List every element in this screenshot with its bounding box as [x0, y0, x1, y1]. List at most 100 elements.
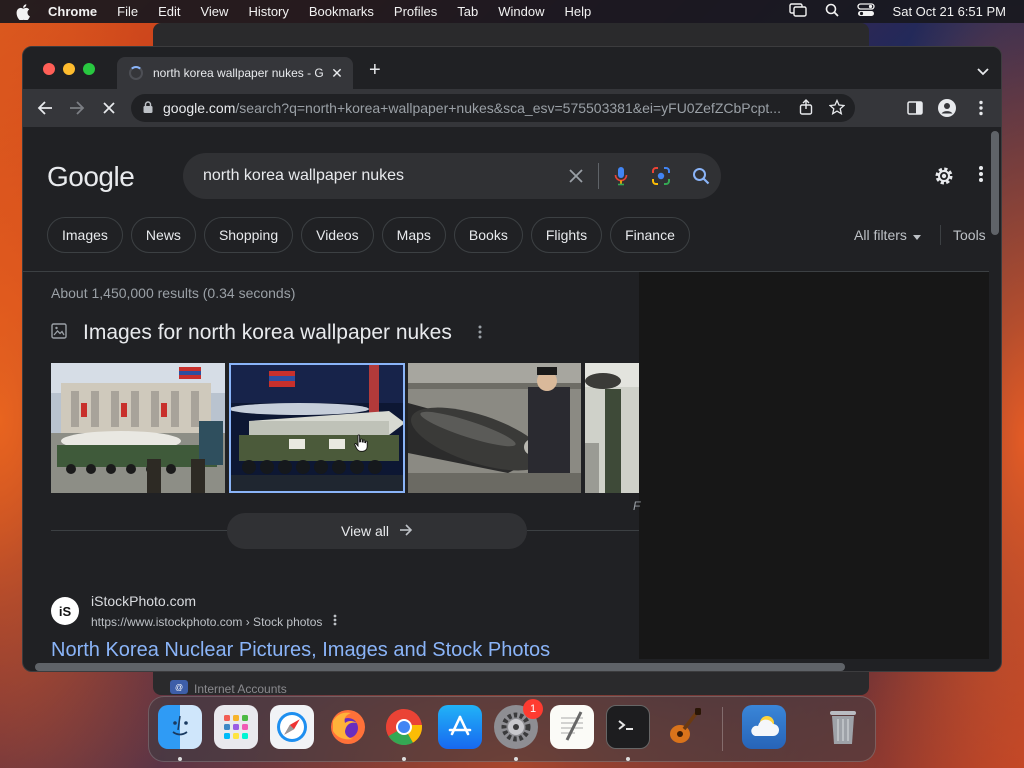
- menu-view[interactable]: View: [200, 4, 228, 19]
- menu-tab[interactable]: Tab: [457, 4, 478, 19]
- filters-separator: [940, 225, 941, 245]
- voice-search-mic-icon[interactable]: [601, 153, 641, 199]
- svg-text:@: @: [175, 683, 183, 692]
- profile-avatar-icon[interactable]: [937, 98, 957, 118]
- firefox-icon[interactable]: [326, 705, 370, 749]
- stop-loading-icon[interactable]: [99, 98, 119, 118]
- dock-running-indicator: [514, 757, 518, 761]
- back-arrow-icon[interactable]: [35, 98, 55, 118]
- tab-google-search[interactable]: north korea wallpaper nukes - G ✕: [117, 57, 353, 89]
- launchpad-icon[interactable]: [214, 705, 258, 749]
- apple-icon[interactable]: [16, 3, 34, 21]
- gear-icon[interactable]: [933, 165, 955, 192]
- bookmark-star-icon[interactable]: [828, 98, 846, 118]
- share-icon[interactable]: [799, 98, 815, 118]
- terminal-icon[interactable]: [606, 705, 650, 749]
- chip-finance[interactable]: Finance: [610, 217, 690, 253]
- caret-down-icon: [912, 227, 921, 243]
- control-center-icon[interactable]: [856, 3, 875, 20]
- tab-strip: north korea wallpaper nukes - G ✕ +: [23, 47, 1001, 89]
- all-filters-label: All filters: [854, 227, 907, 243]
- chip-books[interactable]: Books: [453, 217, 523, 253]
- garageband-icon[interactable]: [662, 705, 706, 749]
- result-stats: About 1,450,000 results (0.34 seconds): [51, 285, 296, 301]
- search-divider: [598, 163, 599, 189]
- clear-search-icon[interactable]: [556, 153, 596, 199]
- result-title-link[interactable]: North Korea Nuclear Pictures, Images and…: [51, 639, 550, 659]
- textedit-icon[interactable]: [550, 705, 594, 749]
- result-site-name[interactable]: iStockPhoto.com: [91, 593, 196, 609]
- image-thumbnail[interactable]: [51, 363, 225, 493]
- close-window-button[interactable]: [43, 63, 55, 75]
- zoom-window-button[interactable]: [83, 63, 95, 75]
- chip-shopping[interactable]: Shopping: [203, 217, 294, 253]
- background-window-label: Internet Accounts: [194, 681, 287, 696]
- images-more-icon[interactable]: [478, 321, 482, 345]
- chrome-icon[interactable]: [382, 705, 426, 749]
- minimize-window-button[interactable]: [63, 63, 75, 75]
- chip-images[interactable]: Images: [47, 217, 123, 253]
- search-query[interactable]: north korea wallpaper nukes: [203, 167, 556, 185]
- screen-mirroring-icon[interactable]: [788, 3, 807, 20]
- horizontal-scrollbar[interactable]: [35, 663, 845, 671]
- menu-bookmarks[interactable]: Bookmarks: [309, 4, 374, 19]
- knowledge-panel-area: [639, 272, 989, 659]
- forward-arrow-icon[interactable]: [67, 98, 87, 118]
- accounts-icon: @: [170, 680, 188, 697]
- settings-notification-badge: 1: [523, 699, 543, 719]
- lock-icon[interactable]: [143, 100, 153, 116]
- menu-history[interactable]: History: [248, 4, 288, 19]
- more-options-icon[interactable]: [979, 165, 983, 188]
- images-heading[interactable]: Images for north korea wallpaper nukes: [83, 321, 452, 345]
- dock-running-indicator: [626, 757, 630, 761]
- new-tab-button[interactable]: +: [369, 59, 381, 82]
- tab-search-chevron-icon[interactable]: [977, 63, 989, 81]
- tools-button[interactable]: Tools: [953, 227, 986, 243]
- menu-chrome[interactable]: Chrome: [48, 4, 97, 19]
- result-more-icon[interactable]: [333, 613, 337, 631]
- url-text: google.com/search?q=north+korea+wallpape…: [163, 100, 799, 116]
- app-store-icon[interactable]: [438, 705, 482, 749]
- google-logo[interactable]: Google: [47, 161, 135, 193]
- safari-icon[interactable]: [270, 705, 314, 749]
- macos-dock: 1: [148, 696, 876, 762]
- all-filters-button[interactable]: All filters: [854, 227, 921, 243]
- chip-flights[interactable]: Flights: [530, 217, 603, 253]
- finder-icon[interactable]: [158, 705, 202, 749]
- menu-window[interactable]: Window: [498, 4, 544, 19]
- browser-toolbar: google.com/search?q=north+korea+wallpape…: [23, 89, 1001, 127]
- menu-edit[interactable]: Edit: [158, 4, 180, 19]
- result-site-url[interactable]: https://www.istockphoto.com › Stock phot…: [91, 615, 322, 629]
- google-results-page: Google north korea wallpaper nukes Image…: [23, 127, 989, 659]
- view-all-button[interactable]: View all: [227, 513, 527, 549]
- image-thumbnail[interactable]: [408, 363, 581, 493]
- thumbnail-caption-fragment: F: [633, 499, 641, 513]
- view-all-label: View all: [341, 523, 389, 539]
- side-panel-icon[interactable]: [905, 98, 925, 118]
- trash-icon[interactable]: [821, 705, 865, 749]
- tab-close-icon[interactable]: ✕: [329, 65, 345, 82]
- chip-maps[interactable]: Maps: [381, 217, 446, 253]
- macos-menubar: Chrome File Edit View History Bookmarks …: [0, 0, 1024, 23]
- spotlight-search-icon[interactable]: [825, 3, 839, 20]
- image-thumbnail-selected[interactable]: [229, 363, 405, 493]
- site-favicon[interactable]: iS: [51, 597, 79, 625]
- chrome-menu-icon[interactable]: [971, 98, 991, 118]
- view-all-divider-right: [527, 530, 639, 531]
- search-box[interactable]: north korea wallpaper nukes: [183, 153, 721, 199]
- menu-profiles[interactable]: Profiles: [394, 4, 437, 19]
- weather-icon[interactable]: [742, 705, 786, 749]
- chip-news[interactable]: News: [130, 217, 196, 253]
- menu-help[interactable]: Help: [565, 4, 592, 19]
- search-submit-icon[interactable]: [681, 153, 721, 199]
- chip-videos[interactable]: Videos: [301, 217, 374, 253]
- tab-title: north korea wallpaper nukes - G: [153, 66, 324, 80]
- lens-camera-icon[interactable]: [641, 153, 681, 199]
- menu-file[interactable]: File: [117, 4, 138, 19]
- image-thumbnail-partial[interactable]: [585, 363, 639, 493]
- vertical-scrollbar[interactable]: [991, 131, 999, 235]
- menubar-clock[interactable]: Sat Oct 21 6:51 PM: [893, 4, 1006, 19]
- hand-cursor-icon: [354, 434, 368, 457]
- address-bar[interactable]: google.com/search?q=north+korea+wallpape…: [131, 94, 855, 122]
- arrow-right-icon: [399, 523, 413, 539]
